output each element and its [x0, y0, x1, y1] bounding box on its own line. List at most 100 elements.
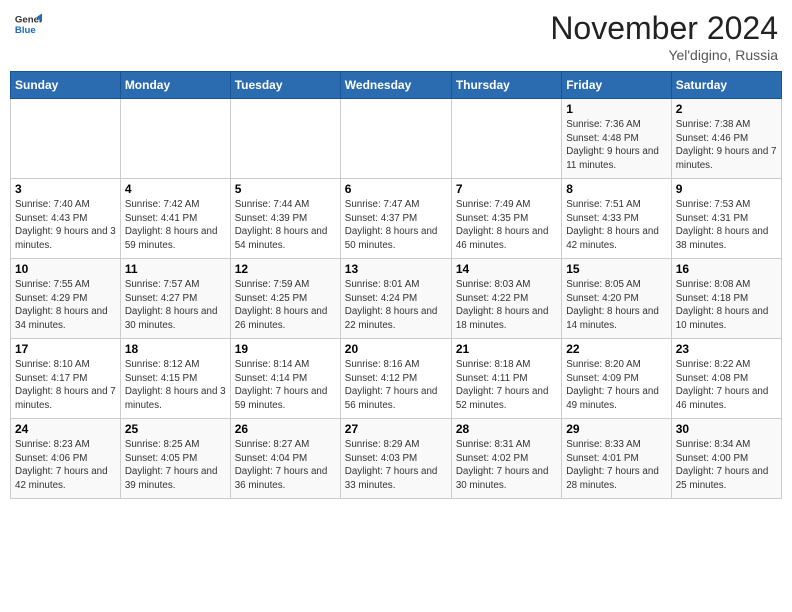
day-number: 19: [235, 342, 336, 356]
calendar-cell: 16 Sunrise: 8:08 AM Sunset: 4:18 PM Dayli…: [671, 259, 781, 339]
day-number: 23: [676, 342, 777, 356]
day-number: 2: [676, 102, 777, 116]
day-number: 20: [345, 342, 447, 356]
calendar-week-1: 1 Sunrise: 7:36 AM Sunset: 4:48 PM Daylig…: [11, 99, 782, 179]
calendar-cell: 28 Sunrise: 8:31 AM Sunset: 4:02 PM Dayli…: [451, 419, 561, 499]
calendar-cell: 6 Sunrise: 7:47 AM Sunset: 4:37 PM Daylig…: [340, 179, 451, 259]
day-info: Sunrise: 7:36 AM Sunset: 4:48 PM Dayligh…: [566, 118, 667, 173]
calendar-cell: 29 Sunrise: 8:33 AM Sunset: 4:01 PM Dayli…: [562, 419, 672, 499]
day-info: Sunrise: 8:10 AM Sunset: 4:17 PM Dayligh…: [15, 358, 116, 413]
col-thursday: Thursday: [451, 72, 561, 99]
calendar-cell: [120, 99, 230, 179]
day-number: 13: [345, 262, 447, 276]
svg-text:General: General: [15, 14, 42, 25]
day-info: Sunrise: 8:16 AM Sunset: 4:12 PM Dayligh…: [345, 358, 447, 413]
day-number: 25: [125, 422, 226, 436]
day-info: Sunrise: 8:25 AM Sunset: 4:05 PM Dayligh…: [125, 438, 226, 493]
calendar-week-3: 10Sunrise: 7:55 AM Sunset: 4:29 PM Dayli…: [11, 259, 782, 339]
day-info: Sunrise: 7:42 AM Sunset: 4:41 PM Dayligh…: [125, 198, 226, 253]
day-info: Sunrise: 7:57 AM Sunset: 4:27 PM Dayligh…: [125, 278, 226, 333]
day-number: 5: [235, 182, 336, 196]
calendar-cell: 14 Sunrise: 8:03 AM Sunset: 4:22 PM Dayli…: [451, 259, 561, 339]
col-friday: Friday: [562, 72, 672, 99]
day-number: 30: [676, 422, 777, 436]
calendar-cell: 24Sunrise: 8:23 AM Sunset: 4:06 PM Dayli…: [11, 419, 121, 499]
day-info: Sunrise: 8:08 AM Sunset: 4:18 PM Dayligh…: [676, 278, 777, 333]
calendar-cell: 10Sunrise: 7:55 AM Sunset: 4:29 PM Dayli…: [11, 259, 121, 339]
day-info: Sunrise: 8:33 AM Sunset: 4:01 PM Dayligh…: [566, 438, 667, 493]
day-number: 11: [125, 262, 226, 276]
day-info: Sunrise: 8:20 AM Sunset: 4:09 PM Dayligh…: [566, 358, 667, 413]
day-info: Sunrise: 8:22 AM Sunset: 4:08 PM Dayligh…: [676, 358, 777, 413]
calendar-cell: [230, 99, 340, 179]
calendar-cell: 7Sunrise: 7:49 AM Sunset: 4:35 PM Daylig…: [451, 179, 561, 259]
day-info: Sunrise: 7:38 AM Sunset: 4:46 PM Dayligh…: [676, 118, 777, 173]
title-block: November 2024 Yel'digino, Russia: [550, 10, 778, 63]
calendar-cell: 25 Sunrise: 8:25 AM Sunset: 4:05 PM Dayli…: [120, 419, 230, 499]
calendar-cell: 20 Sunrise: 8:16 AM Sunset: 4:12 PM Dayli…: [340, 339, 451, 419]
day-number: 8: [566, 182, 667, 196]
day-number: 3: [15, 182, 116, 196]
day-number: 26: [235, 422, 336, 436]
day-info: Sunrise: 8:03 AM Sunset: 4:22 PM Dayligh…: [456, 278, 557, 333]
day-info: Sunrise: 7:40 AM Sunset: 4:43 PM Dayligh…: [15, 198, 116, 253]
calendar-cell: 15 Sunrise: 8:05 AM Sunset: 4:20 PM Dayli…: [562, 259, 672, 339]
day-info: Sunrise: 7:55 AM Sunset: 4:29 PM Dayligh…: [15, 278, 116, 333]
calendar-cell: 2 Sunrise: 7:38 AM Sunset: 4:46 PM Daylig…: [671, 99, 781, 179]
calendar-table: Sunday Monday Tuesday Wednesday Thursday…: [10, 71, 782, 499]
calendar-cell: 18Sunrise: 8:12 AM Sunset: 4:15 PM Dayli…: [120, 339, 230, 419]
day-number: 28: [456, 422, 557, 436]
calendar-header-row: Sunday Monday Tuesday Wednesday Thursday…: [11, 72, 782, 99]
day-number: 16: [676, 262, 777, 276]
day-number: 17: [15, 342, 116, 356]
calendar-cell: 1 Sunrise: 7:36 AM Sunset: 4:48 PM Daylig…: [562, 99, 672, 179]
calendar-cell: [340, 99, 451, 179]
day-info: Sunrise: 7:59 AM Sunset: 4:25 PM Dayligh…: [235, 278, 336, 333]
calendar-cell: 4 Sunrise: 7:42 AM Sunset: 4:41 PM Daylig…: [120, 179, 230, 259]
calendar-cell: [11, 99, 121, 179]
calendar-cell: 30 Sunrise: 8:34 AM Sunset: 4:00 PM Dayli…: [671, 419, 781, 499]
month-title: November 2024: [550, 10, 778, 47]
logo-icon: General Blue: [14, 10, 42, 38]
day-number: 7: [456, 182, 557, 196]
day-info: Sunrise: 8:14 AM Sunset: 4:14 PM Dayligh…: [235, 358, 336, 413]
day-number: 29: [566, 422, 667, 436]
col-sunday: Sunday: [11, 72, 121, 99]
calendar-cell: 12Sunrise: 7:59 AM Sunset: 4:25 PM Dayli…: [230, 259, 340, 339]
day-info: Sunrise: 8:34 AM Sunset: 4:00 PM Dayligh…: [676, 438, 777, 493]
calendar-cell: 8 Sunrise: 7:51 AM Sunset: 4:33 PM Daylig…: [562, 179, 672, 259]
col-wednesday: Wednesday: [340, 72, 451, 99]
day-info: Sunrise: 8:27 AM Sunset: 4:04 PM Dayligh…: [235, 438, 336, 493]
calendar-cell: 5 Sunrise: 7:44 AM Sunset: 4:39 PM Daylig…: [230, 179, 340, 259]
calendar-week-2: 3 Sunrise: 7:40 AM Sunset: 4:43 PM Daylig…: [11, 179, 782, 259]
day-info: Sunrise: 7:47 AM Sunset: 4:37 PM Dayligh…: [345, 198, 447, 253]
svg-text:Blue: Blue: [15, 25, 36, 36]
day-number: 22: [566, 342, 667, 356]
calendar-cell: [451, 99, 561, 179]
location-subtitle: Yel'digino, Russia: [550, 47, 778, 63]
calendar-cell: 19 Sunrise: 8:14 AM Sunset: 4:14 PM Dayli…: [230, 339, 340, 419]
col-saturday: Saturday: [671, 72, 781, 99]
col-tuesday: Tuesday: [230, 72, 340, 99]
page-header: General Blue November 2024 Yel'digino, R…: [10, 10, 782, 63]
day-number: 15: [566, 262, 667, 276]
day-number: 21: [456, 342, 557, 356]
calendar-cell: 13 Sunrise: 8:01 AM Sunset: 4:24 PM Dayli…: [340, 259, 451, 339]
day-number: 6: [345, 182, 447, 196]
day-number: 9: [676, 182, 777, 196]
day-info: Sunrise: 8:05 AM Sunset: 4:20 PM Dayligh…: [566, 278, 667, 333]
day-info: Sunrise: 7:44 AM Sunset: 4:39 PM Dayligh…: [235, 198, 336, 253]
day-info: Sunrise: 8:01 AM Sunset: 4:24 PM Dayligh…: [345, 278, 447, 333]
day-number: 1: [566, 102, 667, 116]
day-number: 14: [456, 262, 557, 276]
day-number: 27: [345, 422, 447, 436]
calendar-cell: 17 Sunrise: 8:10 AM Sunset: 4:17 PM Dayli…: [11, 339, 121, 419]
calendar-week-4: 17 Sunrise: 8:10 AM Sunset: 4:17 PM Dayli…: [11, 339, 782, 419]
day-info: Sunrise: 8:31 AM Sunset: 4:02 PM Dayligh…: [456, 438, 557, 493]
calendar-cell: 27Sunrise: 8:29 AM Sunset: 4:03 PM Dayli…: [340, 419, 451, 499]
day-number: 4: [125, 182, 226, 196]
day-info: Sunrise: 7:51 AM Sunset: 4:33 PM Dayligh…: [566, 198, 667, 253]
day-info: Sunrise: 8:12 AM Sunset: 4:15 PM Dayligh…: [125, 358, 226, 413]
day-info: Sunrise: 8:18 AM Sunset: 4:11 PM Dayligh…: [456, 358, 557, 413]
day-number: 24: [15, 422, 116, 436]
